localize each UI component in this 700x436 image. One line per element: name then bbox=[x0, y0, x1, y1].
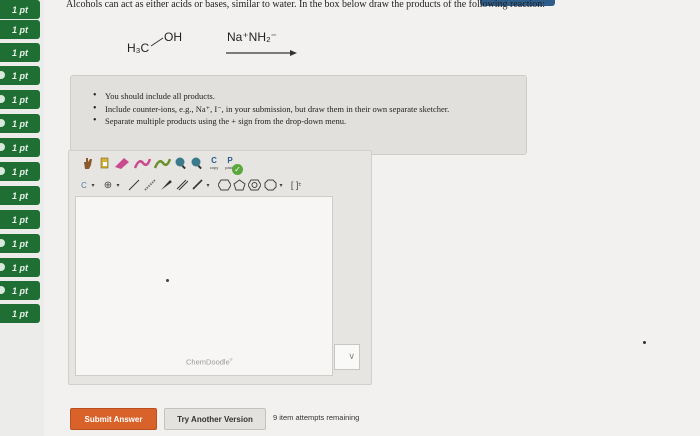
status-dot-icon bbox=[0, 286, 5, 294]
check-icon: ✓ bbox=[232, 164, 243, 175]
bond-dropdown-icon[interactable]: ▾ bbox=[205, 178, 211, 192]
single-bond-icon[interactable] bbox=[127, 178, 141, 192]
pentagon-ring-icon[interactable] bbox=[232, 178, 246, 192]
status-dot-icon bbox=[0, 263, 5, 271]
status-dot-icon bbox=[0, 119, 5, 127]
eraser-icon[interactable] bbox=[113, 155, 131, 171]
point-badge[interactable]: 1 pt bbox=[0, 186, 40, 205]
product-dropdown[interactable]: ∨ bbox=[334, 344, 360, 370]
zoom-in-icon[interactable] bbox=[174, 155, 188, 171]
point-badge[interactable]: 1 pt bbox=[0, 304, 40, 323]
try-another-button[interactable]: Try Another Version bbox=[164, 408, 266, 430]
hexagon-ring-icon[interactable] bbox=[217, 178, 231, 192]
reactant-hydroxyl: OH bbox=[164, 30, 182, 44]
point-badge[interactable]: 1 pt bbox=[0, 43, 40, 62]
status-dot-icon bbox=[0, 71, 5, 79]
point-badge[interactable]: 1 pt bbox=[0, 114, 40, 133]
status-dot-icon bbox=[0, 239, 5, 247]
reagent-label: Na⁺NH₂⁻ bbox=[227, 30, 277, 44]
status-dot-icon bbox=[0, 143, 5, 151]
sketcher-toolbar-bottom: C ▾ ⊕ ▾ ▾ ▾ [ ] ± bbox=[77, 175, 367, 195]
chevron-down-icon: ∨ bbox=[348, 351, 355, 361]
ring-dropdown-icon[interactable]: ▾ bbox=[278, 178, 284, 192]
zoom-out-icon[interactable] bbox=[190, 155, 204, 171]
point-badge[interactable]: 1 pt bbox=[0, 162, 40, 181]
reaction-bonds bbox=[150, 37, 297, 56]
point-badge[interactable]: 1 pt bbox=[0, 210, 40, 229]
point-badge[interactable]: 1 pt bbox=[0, 138, 40, 157]
attempts-remaining: 9 item attempts remaining bbox=[273, 413, 360, 422]
status-dot-icon bbox=[0, 95, 5, 103]
chemdoodle-brand: ChemDoodle® bbox=[186, 357, 233, 367]
copy-button[interactable]: C copy bbox=[207, 155, 221, 173]
point-badge[interactable]: 1 pt bbox=[0, 90, 40, 109]
reaction-scheme: H₃C OH Na⁺NH₂⁻ bbox=[120, 24, 320, 64]
ring-icon[interactable] bbox=[153, 155, 171, 171]
wedge-bond-icon[interactable] bbox=[159, 178, 173, 192]
chem-sketcher: C copy P paste C ▾ ⊕ ▾ ▾ ▾ [] ± ✓ ChemD… bbox=[68, 150, 372, 385]
instructions-box: You should include all products. Include… bbox=[70, 75, 527, 155]
triple-bond-icon[interactable] bbox=[191, 178, 205, 192]
hashed-bond-icon[interactable] bbox=[143, 178, 157, 192]
instruction-item: Separate multiple products using the + s… bbox=[93, 115, 526, 128]
bracket-icon[interactable]: [ ] ± bbox=[289, 178, 303, 192]
point-badge[interactable]: 1 pt bbox=[0, 20, 40, 39]
point-badge[interactable]: 1 pt bbox=[0, 281, 40, 300]
page-marker bbox=[643, 341, 646, 344]
chain-icon[interactable] bbox=[133, 155, 151, 171]
question-text: Alcohols can act as either acids or base… bbox=[66, 0, 546, 10]
lasso-icon[interactable] bbox=[97, 155, 111, 171]
point-badge[interactable]: 1 pt bbox=[0, 234, 40, 253]
hand-tool-icon[interactable] bbox=[81, 155, 95, 171]
point-badge[interactable]: 1 pt bbox=[0, 0, 40, 19]
status-dot-icon bbox=[0, 167, 5, 175]
sketcher-toolbar-top: C copy P paste bbox=[77, 153, 337, 175]
double-bond-icon[interactable] bbox=[175, 178, 189, 192]
octagon-ring-icon[interactable] bbox=[263, 178, 277, 192]
point-badge[interactable]: 1 pt bbox=[0, 66, 40, 85]
element-c-button[interactable]: C bbox=[79, 178, 89, 192]
score-sidebar: 1 pt 1 pt 1 pt 1 pt 1 pt 1 pt 1 pt 1 pt … bbox=[0, 0, 44, 436]
submit-button[interactable]: Submit Answer bbox=[70, 408, 157, 430]
instruction-item: Include counter-ions, e.g., Na⁺, I⁻, in … bbox=[93, 103, 526, 116]
element-dropdown-icon[interactable]: ▾ bbox=[90, 178, 96, 192]
point-badge[interactable]: 1 pt bbox=[0, 258, 40, 277]
charge-plus-icon[interactable]: ⊕ bbox=[102, 178, 114, 192]
charge-dropdown-icon[interactable]: ▾ bbox=[115, 178, 121, 192]
drawing-canvas[interactable]: ChemDoodle® bbox=[75, 196, 333, 376]
benzene-ring-icon[interactable] bbox=[247, 178, 261, 192]
instruction-list: You should include all products. Include… bbox=[71, 76, 526, 128]
instruction-item: You should include all products. bbox=[93, 90, 526, 103]
reactant-methyl: H₃C bbox=[127, 41, 150, 55]
canvas-marker bbox=[166, 279, 169, 282]
